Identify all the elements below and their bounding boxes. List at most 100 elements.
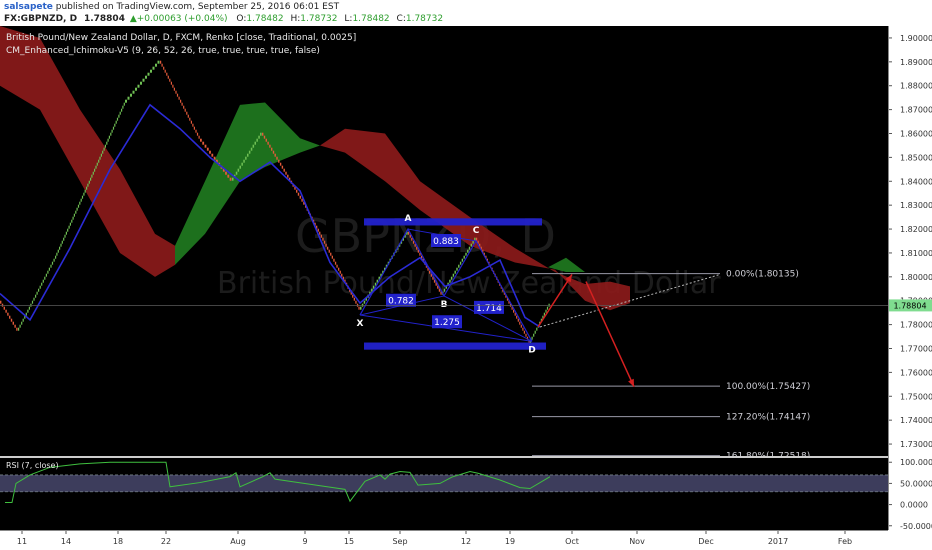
- quote-line: FX:GBPNZD, D 1.78804 ▲+0.00063 (+0.04%) …: [4, 14, 443, 24]
- renko-brick: [227, 174, 230, 178]
- price-tick-label: 1.90000: [900, 34, 932, 43]
- renko-brick: [247, 153, 249, 157]
- price-tick-label: 1.88000: [900, 82, 932, 91]
- renko-brick: [123, 102, 125, 106]
- renko-brick: [155, 63, 157, 67]
- renko-brick: [278, 159, 280, 163]
- publish-info: published on TradingView.com, September …: [52, 2, 340, 12]
- renko-brick: [229, 177, 232, 181]
- price-tick-label: 1.75000: [900, 392, 932, 401]
- ratio-label: 0.883: [433, 237, 459, 247]
- renko-brick: [271, 147, 273, 151]
- renko-brick: [193, 126, 195, 130]
- renko-brick: [142, 78, 145, 82]
- time-tick-label: Sep: [392, 537, 407, 546]
- renko-brick: [237, 168, 240, 172]
- pattern-zone-1: [364, 218, 542, 226]
- close-label: C:: [396, 14, 406, 24]
- renko-brick: [198, 135, 200, 139]
- renko-brick: [170, 81, 172, 85]
- renko-brick: [22, 318, 24, 322]
- renko-brick: [36, 291, 38, 295]
- renko-brick: [114, 123, 116, 127]
- renko-brick: [200, 138, 202, 142]
- renko-brick: [7, 312, 9, 316]
- price-change: +0.00063 (+0.04%): [136, 14, 228, 24]
- renko-brick: [27, 309, 29, 313]
- renko-brick: [239, 165, 241, 169]
- author-link[interactable]: salsapete: [4, 2, 53, 12]
- renko-brick: [80, 198, 82, 202]
- renko-brick: [339, 270, 341, 274]
- renko-brick: [69, 222, 71, 226]
- renko-brick: [83, 192, 85, 196]
- chart-canvas[interactable]: GBPNZD, DBritish Pound/New Zealand Dolla…: [0, 26, 932, 550]
- renko-brick: [102, 150, 104, 154]
- renko-brick: [276, 156, 278, 160]
- renko-brick: [180, 99, 182, 103]
- renko-brick: [61, 240, 63, 244]
- renko-brick: [132, 90, 135, 94]
- high-label: H:: [290, 14, 301, 24]
- renko-brick: [245, 156, 247, 160]
- renko-brick: [137, 84, 140, 88]
- renko-brick: [186, 111, 188, 115]
- renko-brick: [328, 249, 330, 253]
- renko-brick: [517, 318, 519, 322]
- renko-brick: [287, 174, 289, 178]
- renko-brick: [248, 150, 251, 154]
- renko-brick: [269, 144, 271, 148]
- renko-brick: [164, 69, 166, 73]
- renko-brick: [76, 207, 78, 211]
- renko-brick: [353, 297, 355, 301]
- price-tick-label: 1.77000: [900, 345, 932, 354]
- renko-brick: [108, 135, 110, 139]
- renko-brick: [38, 288, 40, 292]
- renko-brick: [355, 300, 357, 304]
- renko-brick: [363, 300, 366, 304]
- renko-brick: [265, 138, 267, 142]
- price-tick-label: 1.85000: [900, 153, 932, 162]
- renko-brick: [458, 264, 460, 268]
- point-label-c: C: [473, 226, 480, 236]
- renko-brick: [112, 126, 115, 130]
- renko-brick: [263, 135, 266, 139]
- renko-brick: [45, 273, 47, 277]
- chart-header: salsapete published on TradingView.com, …: [0, 0, 932, 26]
- renko-brick: [545, 309, 547, 313]
- renko-brick: [297, 192, 300, 196]
- renko-brick: [107, 138, 109, 142]
- renko-brick: [260, 132, 262, 136]
- time-tick-label: Dec: [698, 537, 713, 546]
- open-value: 1.78482: [246, 14, 284, 24]
- renko-brick: [336, 264, 338, 268]
- renko-brick: [73, 213, 75, 217]
- renko-brick: [72, 216, 74, 220]
- renko-brick: [28, 306, 30, 310]
- renko-brick: [63, 237, 65, 241]
- renko-brick: [152, 66, 155, 70]
- renko-brick: [232, 177, 234, 181]
- renko-brick: [21, 321, 23, 325]
- symbol-label: FX:GBPNZD, D: [4, 14, 78, 24]
- renko-brick: [88, 180, 90, 184]
- renko-brick: [121, 108, 123, 112]
- renko-brick: [127, 96, 130, 100]
- renko-brick: [145, 75, 147, 79]
- renko-brick: [195, 129, 197, 133]
- renko-brick: [99, 156, 101, 160]
- renko-brick: [81, 195, 84, 199]
- price-tick-label: 1.78000: [900, 321, 932, 330]
- time-tick-label: Oct: [565, 537, 579, 546]
- renko-brick: [285, 171, 287, 175]
- renko-brick: [166, 72, 168, 76]
- renko-brick: [167, 75, 169, 79]
- renko-brick: [118, 114, 120, 118]
- renko-brick: [456, 267, 458, 271]
- renko-brick: [94, 168, 96, 172]
- price-tick-label: 1.86000: [900, 130, 932, 139]
- renko-brick: [31, 300, 34, 304]
- indicator-legend: CM_Enhanced_Ichimoku-V5 (9, 26, 52, 26, …: [6, 46, 320, 56]
- renko-brick: [150, 69, 152, 73]
- renko-brick: [115, 120, 117, 124]
